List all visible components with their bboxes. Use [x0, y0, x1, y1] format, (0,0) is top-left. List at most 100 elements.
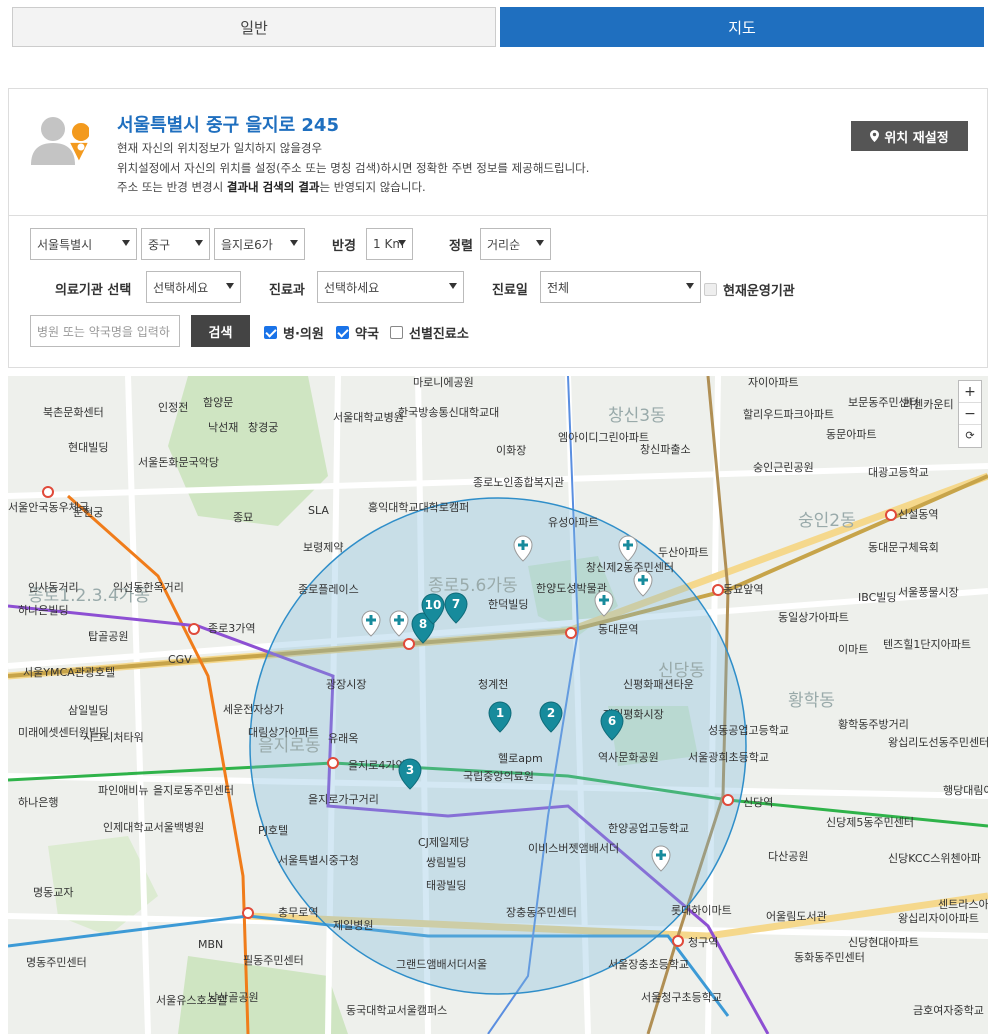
- map-place-label: PJ호텔: [258, 824, 288, 837]
- map-place-label: 동국대학교서울캠퍼스: [346, 1004, 447, 1017]
- dong-select[interactable]: 을지로6가: [214, 228, 305, 260]
- checkbox-box[interactable]: [336, 326, 349, 339]
- search-input[interactable]: 병원 또는 약국명을 입력하: [30, 315, 180, 347]
- marker-label: 2: [547, 706, 555, 720]
- map-place-label: 동묘앞역: [723, 583, 763, 596]
- search-button[interactable]: 검색: [191, 315, 250, 347]
- map-place-label: 을지로4가역: [348, 759, 406, 772]
- map-place-label: 동일상가아파트: [778, 610, 849, 624]
- map-place-label: 서울청구초등학교: [641, 991, 722, 1004]
- map-place-label: 필동주민센터: [243, 954, 304, 967]
- map-place-label: 숭인근린공원: [753, 461, 814, 474]
- checkbox-box[interactable]: [704, 283, 717, 296]
- map-place-label: 센트라스아파트: [938, 898, 988, 911]
- department-select[interactable]: 선택하세요: [317, 271, 464, 303]
- map-place-label: 성동공업고등학교: [708, 724, 789, 737]
- map-place-label: 서울돈화문국악당: [138, 456, 219, 469]
- facility-label: 의료기관 선택: [55, 283, 132, 298]
- notice-line-3: 주소 또는 반경 변경시 결과내 검색의 결과는 반영되지 않습니다.: [117, 180, 426, 194]
- map-place-label: 익선동한옥거리: [113, 581, 184, 594]
- zoom-out-button[interactable]: −: [959, 403, 981, 425]
- map-view[interactable]: 창신3동 종로5.6가동 종로1.2.3.4가동 신당동 을지로동 황학동 숭인…: [8, 376, 988, 1034]
- map-place-label: 한양도성박물관: [536, 582, 607, 595]
- map-place-label: 한양공업고등학교: [608, 822, 689, 835]
- map-place-label: 금호여자중학교: [913, 1004, 984, 1017]
- notice-line-1: 현재 자신의 위치정보가 일치하지 않을경우: [117, 141, 323, 155]
- location-notice: 현재 자신의 위치정보가 일치하지 않을경우 위치설정에서 자신의 위치를 설정…: [117, 139, 589, 198]
- map-place-label: 신당KCC스위첸아파: [888, 852, 981, 865]
- map-place-label: 유성아파트: [548, 516, 599, 529]
- map-place-label: 동대문구체육회: [868, 541, 939, 554]
- map-place-label: 창신파출소: [640, 443, 691, 456]
- svg-text:숭인2동: 숭인2동: [798, 511, 856, 531]
- svg-text:황학동: 황학동: [788, 691, 835, 711]
- marker-label: 8: [419, 617, 427, 631]
- map-place-label: 세운전자상가: [223, 703, 284, 716]
- map-place-label: 서울유스호스텔: [156, 994, 227, 1007]
- zoom-in-button[interactable]: +: [959, 381, 981, 403]
- map-place-label: 장충동주민센터: [506, 906, 577, 919]
- tab-general[interactable]: 일반: [12, 7, 496, 47]
- map-place-label: 대광고등학교: [868, 466, 929, 479]
- map-place-label: 서울광희초등학교: [688, 751, 769, 764]
- hospital-checkbox[interactable]: 병·의원: [264, 323, 324, 342]
- search-filters: 서울특별시 중구 을지로6가 반경 1 Km 정렬 거리순 의료기관 선택 선택…: [9, 216, 987, 368]
- map-place-label: 한덕빌딩: [488, 598, 528, 611]
- map-place-label: 서울풍물시장: [898, 586, 959, 599]
- map-place-label: 신설동역: [898, 508, 938, 521]
- map-place-label: 을지로가구거리: [308, 793, 379, 806]
- map-place-label: 청계천: [478, 677, 508, 691]
- checkbox-box[interactable]: [264, 326, 277, 339]
- city-select[interactable]: 서울특별시: [30, 228, 137, 260]
- map-place-label: 창신제2동주민센터: [586, 561, 674, 574]
- map-place-label: 서울특별시중구청: [278, 854, 359, 867]
- checkbox-box[interactable]: [390, 326, 403, 339]
- reset-location-button[interactable]: 위치 재설정: [851, 121, 968, 151]
- map-place-label: 인정전: [158, 401, 188, 414]
- map-place-label: 다산공원: [768, 850, 808, 863]
- map-place-label: 왕십리도선동주민센터: [888, 736, 988, 749]
- map-place-label: 종로3가역: [208, 622, 255, 635]
- tab-bar: 일반 지도: [12, 7, 984, 47]
- map-place-label: 동대문역: [598, 623, 638, 636]
- map-place-label: CJ제일제당: [418, 835, 469, 849]
- svg-text:을지로동: 을지로동: [258, 736, 321, 756]
- radius-select[interactable]: 1 Km: [366, 228, 413, 260]
- map-place-label: 현대빌딩: [68, 441, 108, 454]
- map-place-label: 인사동거리: [28, 581, 79, 594]
- map-place-label: 낙선재: [208, 421, 238, 434]
- svg-text:창신3동: 창신3동: [608, 406, 666, 426]
- tab-map[interactable]: 지도: [500, 7, 984, 47]
- map-place-label: 서울대학교병원: [333, 411, 404, 424]
- map-place-label: 엠아이디그린아파트: [558, 431, 649, 444]
- map-place-label: 태광빌딩: [426, 879, 466, 892]
- day-select[interactable]: 전체: [540, 271, 701, 303]
- map-place-label: 국립중앙의료원: [463, 770, 534, 783]
- screening-clinic-checkbox[interactable]: 선별진료소: [390, 323, 469, 342]
- map-canvas[interactable]: 창신3동 종로5.6가동 종로1.2.3.4가동 신당동 을지로동 황학동 숭인…: [8, 376, 988, 1034]
- facility-select[interactable]: 선택하세요: [146, 271, 241, 303]
- map-place-label: 행당대림아파트: [943, 784, 988, 797]
- map-place-label: 롯데하이마트: [671, 903, 732, 917]
- zoom-control: + − ⟳: [958, 380, 982, 448]
- pharmacy-checkbox[interactable]: 약국: [336, 323, 379, 342]
- map-place-label: 청구역: [688, 936, 718, 949]
- sort-select[interactable]: 거리순: [480, 228, 551, 260]
- map-place-label: 홍익대학교대학로캠퍼: [368, 500, 469, 514]
- map-place-label: SLA: [308, 504, 329, 517]
- map-place-label: 헬로apm: [498, 752, 543, 765]
- reset-view-button[interactable]: ⟳: [959, 425, 981, 447]
- map-place-label: 제일병원: [333, 918, 373, 932]
- map-place-label: 두산아파트: [658, 546, 709, 559]
- map-place-label: 하나은행: [18, 795, 58, 809]
- map-place-label: 신당제5동주민센터: [826, 816, 914, 829]
- map-place-label: 함양문: [203, 396, 233, 409]
- map-place-label: 이비스버젯앰배서더: [528, 842, 619, 855]
- map-place-label: 자이아파트: [748, 376, 799, 389]
- district-select[interactable]: 중구: [141, 228, 210, 260]
- map-place-label: 황학동주방거리: [838, 718, 909, 731]
- radius-label: 반경: [332, 239, 356, 254]
- marker-label: 10: [425, 598, 442, 612]
- user-avatar-icon: [31, 117, 89, 165]
- operating-now-checkbox[interactable]: 현재운영기관: [704, 280, 795, 299]
